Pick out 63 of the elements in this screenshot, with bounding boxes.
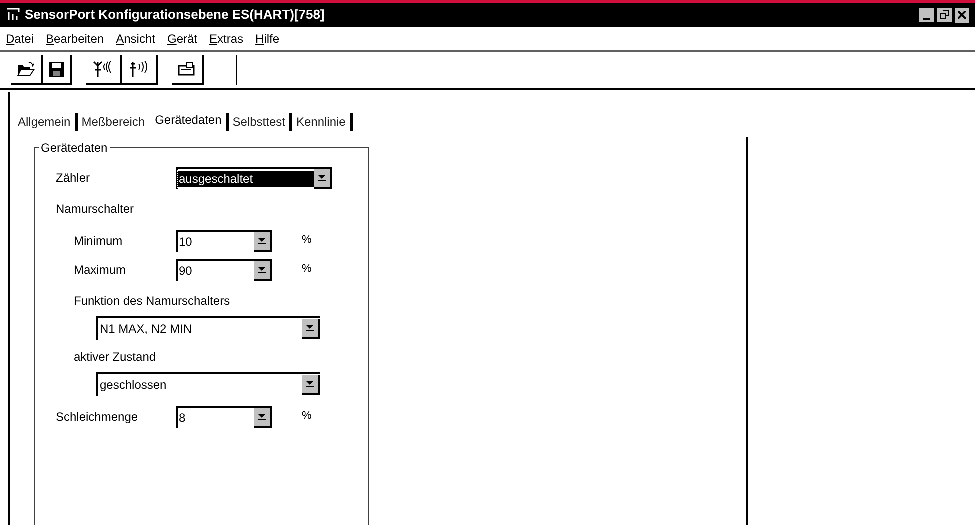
- caret-icon: [258, 238, 266, 244]
- dropdown-field[interactable]: geschlossen: [96, 372, 320, 396]
- dropdown-field[interactable]: 8: [176, 406, 272, 428]
- save-icon: [49, 62, 64, 76]
- folder-icon: [17, 62, 35, 76]
- dropdown-field[interactable]: 10: [176, 230, 272, 252]
- unit-label: %: [302, 409, 312, 424]
- dropdown-field[interactable]: 90: [176, 258, 272, 280]
- dropdown-value: N1 MAX, N2 MIN: [99, 321, 194, 338]
- restore-icon: [940, 10, 949, 19]
- tab[interactable]: Meßbereich: [80, 113, 148, 131]
- tab[interactable]: Gerätedaten: [147, 111, 224, 129]
- toolbar-button[interactable]: [122, 55, 158, 85]
- field-label: Zähler: [56, 170, 92, 186]
- dropdown-value: 8: [178, 410, 187, 426]
- tab[interactable]: Kennlinie: [294, 113, 348, 131]
- field-label: Funktion des Namurschalters: [74, 293, 232, 310]
- toolbar-button[interactable]: [172, 55, 204, 85]
- field-label: Schleichmenge: [56, 408, 140, 426]
- field-label: aktiver Zustand: [74, 349, 158, 366]
- dropdown-value: 90: [178, 262, 194, 278]
- tab[interactable]: Selbsttest: [230, 113, 288, 131]
- menu-item[interactable]: Ansicht: [116, 30, 156, 48]
- dropdown-field[interactable]: N1 MAX, N2 MIN: [96, 316, 320, 340]
- minimize-icon: [923, 18, 930, 20]
- window-title: SensorPort Konfigurationsebene ES(HART)[758]: [25, 6, 325, 24]
- menu-item[interactable]: Bearbeiten: [46, 30, 104, 48]
- caret-icon: [306, 381, 314, 387]
- menu-item[interactable]: Extras: [210, 30, 244, 48]
- field-label: Minimum: [74, 232, 124, 250]
- dropdown-button[interactable]: [254, 260, 272, 280]
- window-icon: [178, 62, 196, 76]
- toolbar-button[interactable]: [11, 55, 43, 85]
- section-label: Namurschalter: [56, 201, 136, 218]
- dropdown-button[interactable]: [302, 375, 320, 395]
- menu-item[interactable]: Gerät: [167, 30, 198, 48]
- caret-icon: [258, 414, 266, 420]
- caret-icon: [318, 174, 326, 180]
- close-button[interactable]: [955, 8, 969, 22]
- dropdown-value: 10: [178, 234, 194, 250]
- tab[interactable]: Allgemein: [16, 113, 73, 131]
- dropdown-button[interactable]: [254, 408, 272, 428]
- restore-button[interactable]: [937, 8, 953, 22]
- dropdown-button[interactable]: [314, 168, 332, 188]
- minimize-button[interactable]: [919, 8, 935, 22]
- toolbar-button[interactable]: [86, 55, 122, 85]
- dropdown-field[interactable]: ausgeschaltet: [176, 166, 332, 188]
- caret-icon: [306, 325, 314, 331]
- antenna-icon: [92, 60, 114, 78]
- dropdown-button[interactable]: [254, 232, 272, 252]
- unit-label: %: [302, 262, 312, 278]
- close-icon: [958, 11, 966, 19]
- unit-label: %: [302, 233, 312, 248]
- field-label: Maximum: [74, 262, 128, 278]
- dropdown-value: geschlossen: [99, 377, 168, 394]
- dropdown-value: ausgeschaltet: [178, 170, 314, 186]
- toolbar-button[interactable]: [43, 55, 72, 85]
- menu-item[interactable]: Datei: [6, 30, 34, 48]
- dropdown-button[interactable]: [302, 319, 320, 339]
- caret-icon: [258, 266, 266, 272]
- app-icon: [6, 8, 22, 22]
- antenna-icon: [128, 60, 150, 78]
- menu-item[interactable]: Hilfe: [256, 30, 280, 48]
